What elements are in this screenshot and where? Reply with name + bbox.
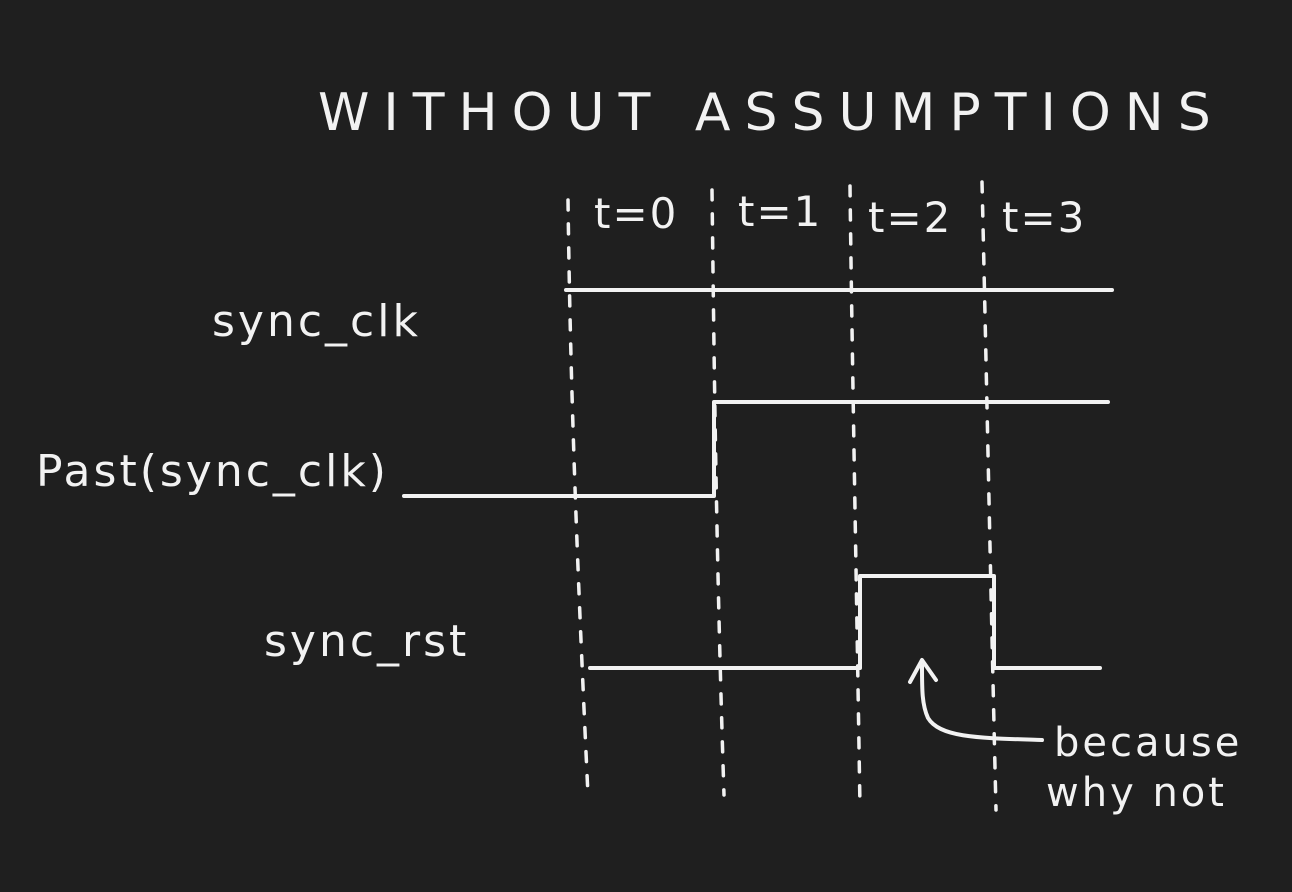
annotation-line-1: because	[1054, 720, 1242, 766]
signal-label-sync-rst: sync_rst	[264, 616, 469, 667]
waveform-sync-rst	[588, 574, 1102, 670]
signal-label-past-sync-clk: Past(sync_clk)	[36, 446, 389, 497]
time-label-t3: t=3	[1002, 193, 1086, 242]
diagram-title: WITHOUT ASSUMPTIONS	[318, 83, 1225, 143]
timing-diagram: WITHOUT ASSUMPTIONS t=0 t=1 t=2 t=3 sync…	[36, 83, 1242, 816]
annotation-arrow	[920, 664, 1044, 742]
waveform-past-sync-clk	[402, 400, 1110, 498]
annotation-line-2: why not	[1046, 770, 1227, 816]
cycle-divider-3	[980, 180, 998, 812]
time-label-t2: t=2	[868, 193, 952, 242]
time-label-t0: t=0	[594, 189, 678, 238]
signal-label-sync-clk: sync_clk	[212, 296, 421, 347]
cycle-divider-2	[848, 184, 862, 810]
time-label-t1: t=1	[738, 187, 822, 236]
